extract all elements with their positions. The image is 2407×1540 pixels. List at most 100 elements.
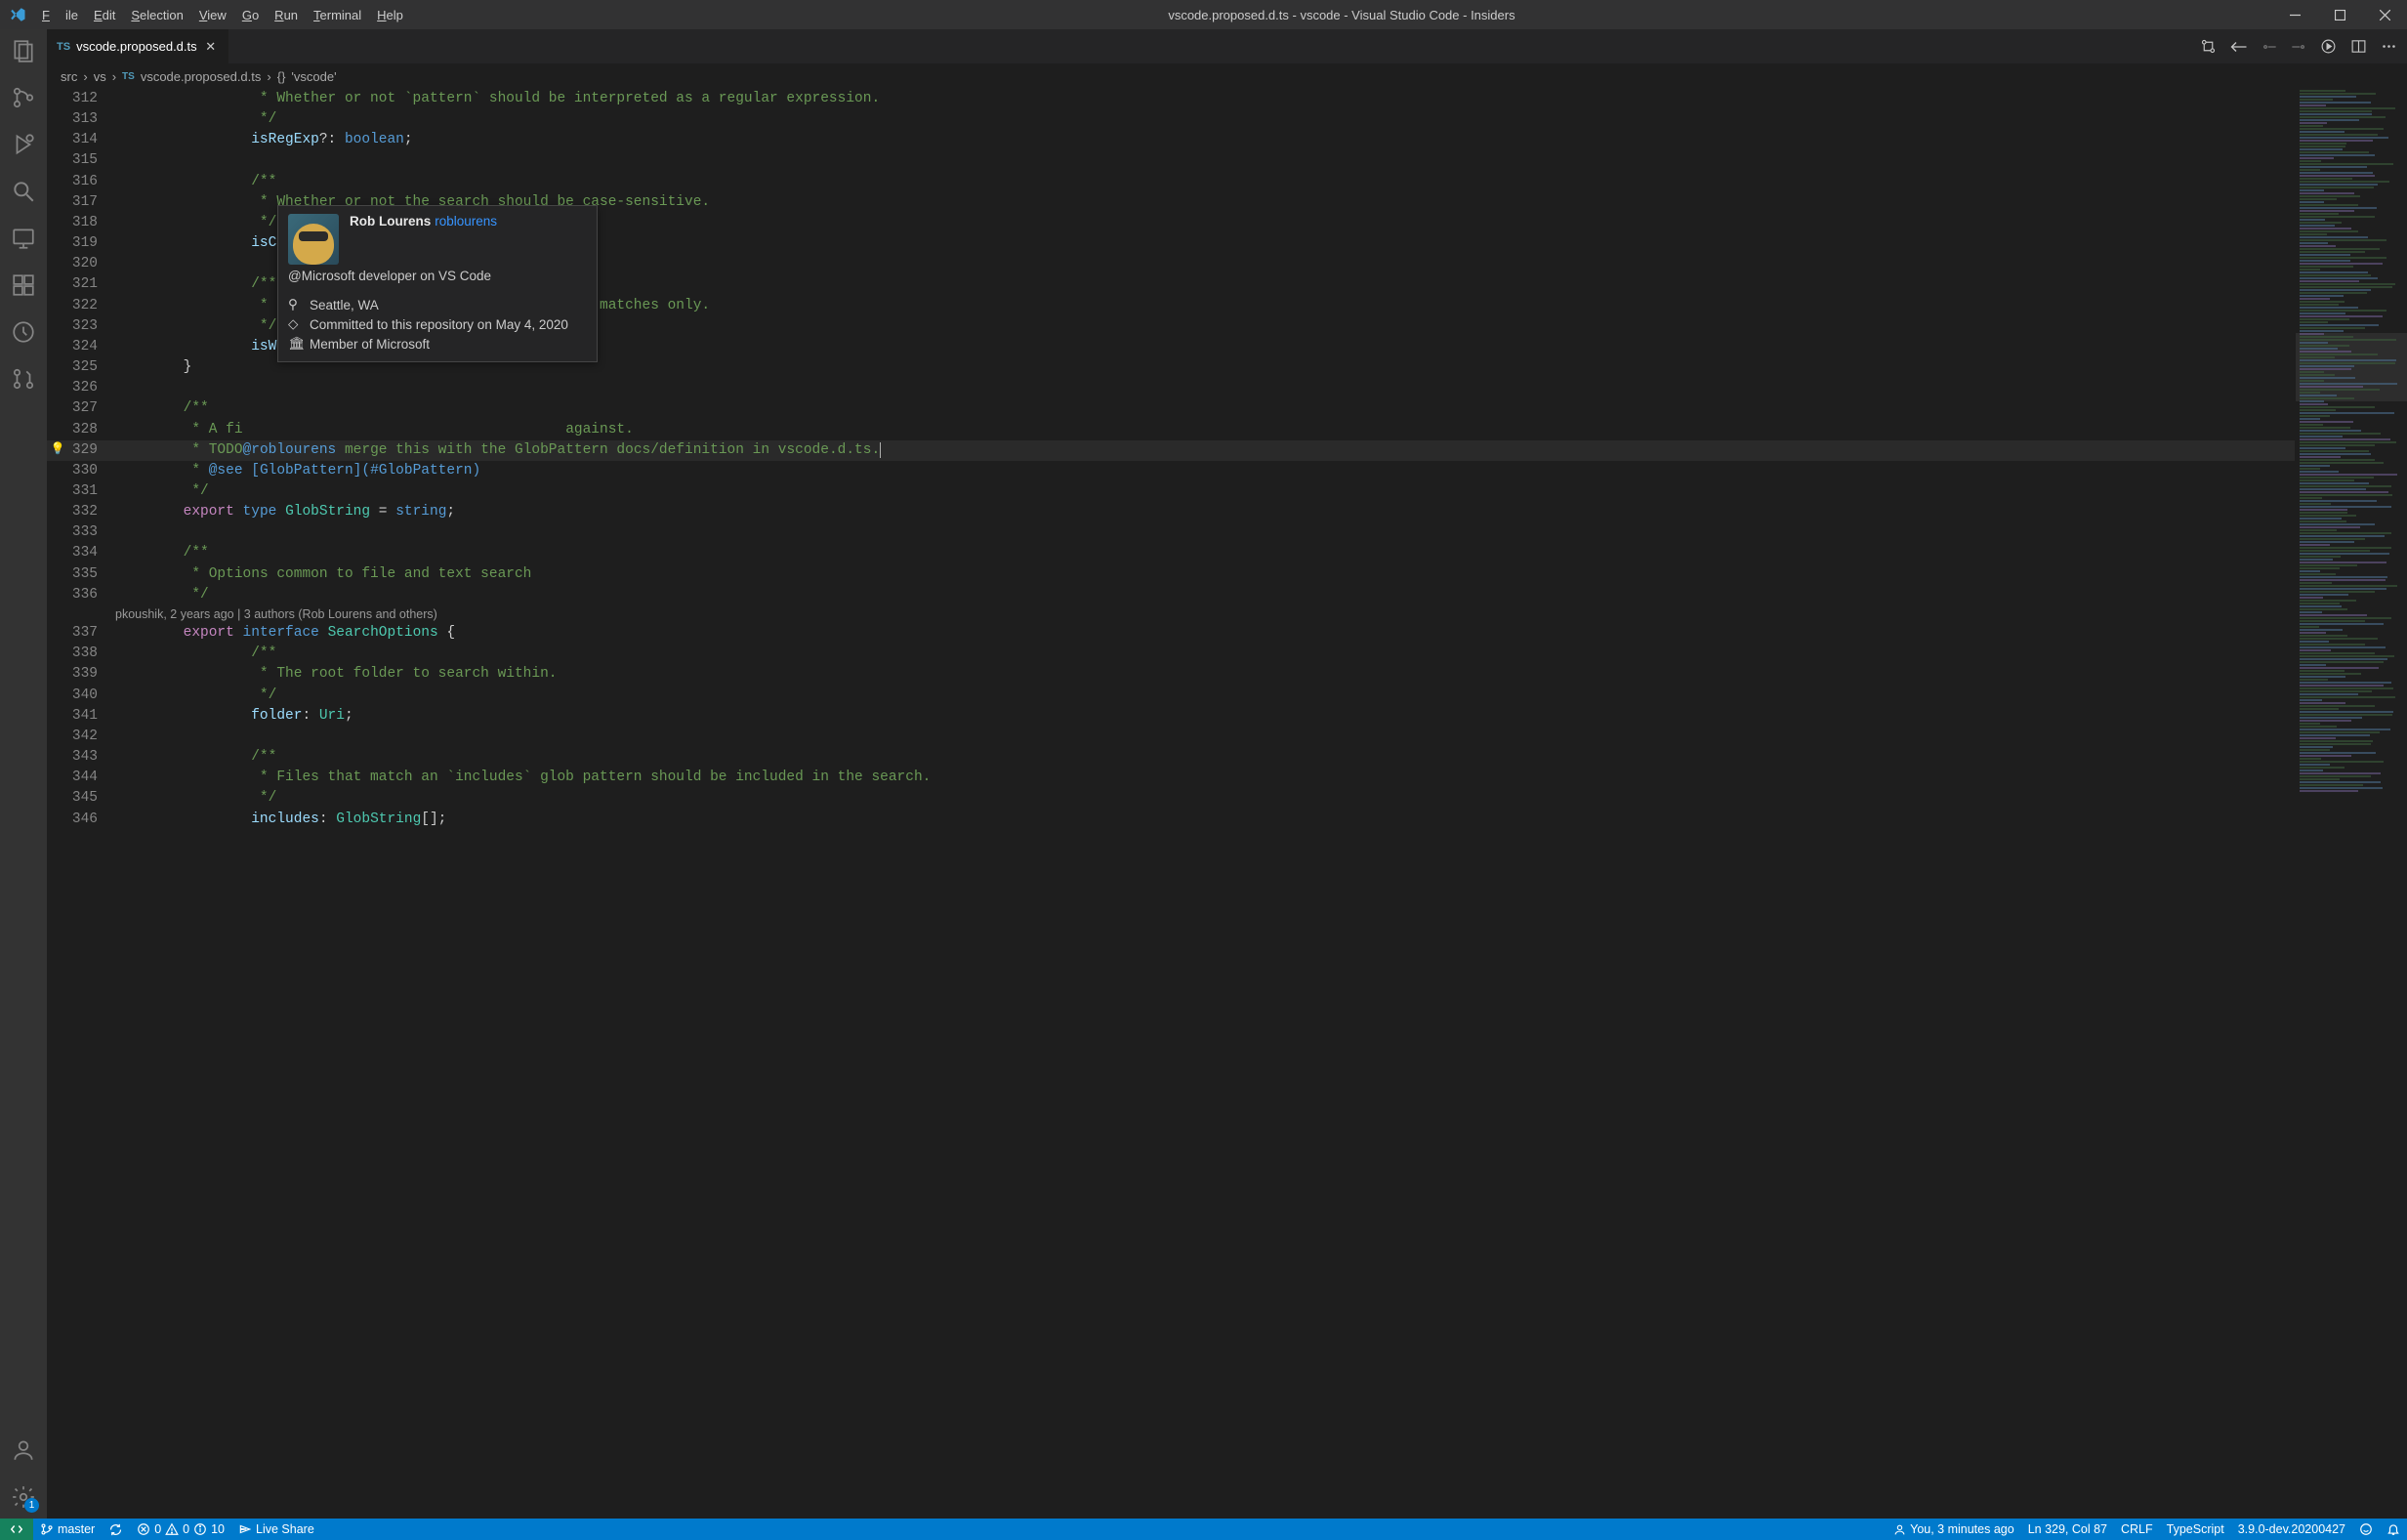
live-share-label: Live Share [256,1522,314,1536]
line-number: 324 [68,337,115,357]
code-line[interactable]: 314 isRegExp?: boolean; [47,130,2295,150]
remote-indicator[interactable] [0,1519,33,1540]
line-number: 312 [68,89,115,109]
line-number: 322 [68,296,115,316]
code-line[interactable]: 330 * @see [GlobPattern](#GlobPattern) [47,461,2295,481]
more-actions-icon[interactable] [2381,38,2397,55]
breadcrumb-part[interactable]: vs [94,69,106,84]
breadcrumb-part[interactable]: src [61,69,77,84]
code-line[interactable]: 346 includes: GlobString[]; [47,810,2295,830]
run-debug-icon[interactable] [10,131,37,158]
typescript-version[interactable]: 3.9.0-dev.20200427 [2231,1522,2352,1536]
menu-help[interactable]: Help [369,8,411,22]
menu-run[interactable]: Run [267,8,306,22]
menu-selection[interactable]: Selection [123,8,190,22]
code-line[interactable]: 326 [47,378,2295,398]
code-line[interactable]: 331 */ [47,481,2295,502]
github-pr-icon[interactable] [10,365,37,393]
close-button[interactable] [2362,0,2407,29]
hover-username[interactable]: roblourens [435,214,497,229]
code-line[interactable]: 316 /** [47,172,2295,192]
git-blame[interactable]: You, 3 minutes ago [1887,1522,2021,1536]
line-number: 325 [68,357,115,378]
code-line[interactable]: 315 [47,150,2295,171]
line-number: 340 [68,686,115,706]
language-mode[interactable]: TypeScript [2160,1522,2231,1536]
tab-active[interactable]: TS vscode.proposed.d.ts ✕ [47,29,229,63]
code-line[interactable]: 💡329 * TODO@roblourens merge this with t… [47,440,2295,461]
minimap[interactable] [2295,89,2407,1519]
breadcrumb-file[interactable]: vscode.proposed.d.ts [141,69,262,84]
notifications-icon[interactable] [2380,1522,2407,1536]
git-branch[interactable]: master [33,1519,102,1540]
namespace-icon: {} [277,69,286,84]
line-number: 338 [68,644,115,664]
line-number: 326 [68,378,115,398]
split-editor-icon[interactable] [2350,38,2367,55]
line-number: 339 [68,664,115,685]
extensions-icon[interactable] [10,271,37,299]
code-line[interactable]: 339 * The root folder to search within. [47,664,2295,685]
settings-gear-icon[interactable]: 1 [10,1483,37,1511]
go-back-icon[interactable] [2230,40,2248,54]
accounts-icon[interactable] [10,1436,37,1464]
menu-terminal[interactable]: Terminal [306,8,369,22]
nav-prev-icon[interactable] [2262,40,2277,54]
menu-file[interactable]: File [34,8,86,22]
window-title: vscode.proposed.d.ts - vscode - Visual S… [411,8,2272,22]
code-line[interactable]: 312 * Whether or not `pattern` should be… [47,89,2295,109]
vscode-logo-icon [0,6,34,23]
line-number: 344 [68,768,115,788]
code-line[interactable]: 313 */ [47,109,2295,130]
explorer-icon[interactable] [10,37,37,64]
breadcrumbs[interactable]: src› vs› TS vscode.proposed.d.ts› {} 'vs… [47,63,2407,89]
code-line[interactable]: 343 /** [47,747,2295,768]
remote-explorer-icon[interactable] [10,225,37,252]
timeline-icon[interactable] [10,318,37,346]
maximize-button[interactable] [2317,0,2362,29]
feedback-icon[interactable] [2352,1522,2380,1536]
code-line[interactable]: 335 * Options common to file and text se… [47,564,2295,585]
line-number: 314 [68,130,115,150]
code-line[interactable]: 328 * A fi against. [47,420,2295,440]
code-line[interactable]: 344 * Files that match an `includes` glo… [47,768,2295,788]
menu-edit[interactable]: Edit [86,8,123,22]
nav-next-icon[interactable] [2291,40,2306,54]
menu-go[interactable]: Go [234,8,267,22]
minimize-button[interactable] [2272,0,2317,29]
code-line[interactable]: 341 folder: Uri; [47,706,2295,727]
live-share-button[interactable]: Live Share [231,1519,321,1540]
compare-changes-icon[interactable] [2200,38,2217,55]
problems-button[interactable]: 0 0 10 [130,1519,231,1540]
settings-badge: 1 [24,1498,39,1513]
sync-button[interactable] [102,1519,130,1540]
line-number: 343 [68,747,115,768]
code-line[interactable]: 340 */ [47,686,2295,706]
code-line[interactable]: 327 /** [47,398,2295,419]
search-icon[interactable] [10,178,37,205]
cursor-position[interactable]: Ln 329, Col 87 [2021,1522,2114,1536]
code-line[interactable]: 342 [47,727,2295,747]
code-line[interactable]: 334 /** [47,543,2295,563]
lightbulb-icon[interactable]: 💡 [47,440,68,461]
run-icon[interactable] [2320,38,2337,55]
code-line[interactable]: 333 [47,522,2295,543]
source-control-icon[interactable] [10,84,37,111]
codelens[interactable]: pkoushik, 2 years ago | 3 authors (Rob L… [47,605,2295,623]
breadcrumb-symbol[interactable]: 'vscode' [291,69,336,84]
code-line[interactable]: 336 */ [47,585,2295,605]
code-line[interactable]: 345 */ [47,788,2295,809]
activity-bar: 1 [0,29,47,1519]
eol-indicator[interactable]: CRLF [2114,1522,2160,1536]
line-number: 336 [68,585,115,605]
menu-view[interactable]: View [191,8,234,22]
code-line[interactable]: 338 /** [47,644,2295,664]
code-line[interactable]: 337 export interface SearchOptions { [47,623,2295,644]
line-number: 323 [68,316,115,337]
code-line[interactable]: 332 export type GlobString = string; [47,502,2295,522]
error-count: 0 [154,1522,161,1536]
typescript-file-icon: TS [122,71,135,82]
tab-close-icon[interactable]: ✕ [203,39,219,55]
info-count: 10 [211,1522,225,1536]
line-number: 316 [68,172,115,192]
